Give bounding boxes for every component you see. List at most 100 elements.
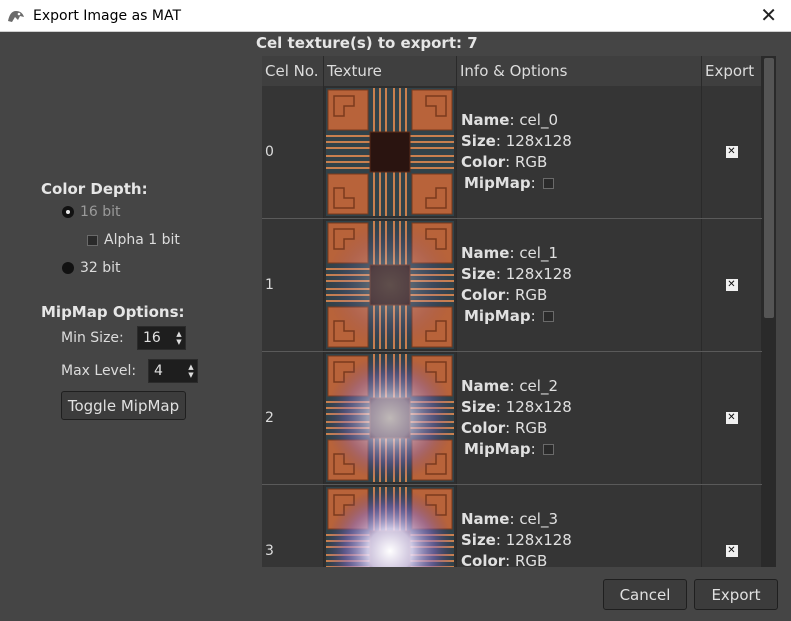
cancel-button[interactable]: Cancel <box>603 579 687 610</box>
export-checkbox-checked[interactable]: ✕ <box>725 279 738 291</box>
cel-number-text: 3 <box>265 543 274 559</box>
color-depth-heading: Color Depth: <box>41 180 148 198</box>
size-value: 128x128 <box>505 132 572 150</box>
texture-thumbnail-cell <box>324 485 457 567</box>
size-line: Size: 128x128 <box>461 265 572 283</box>
name-value: cel_3 <box>519 510 558 528</box>
cel-number: 0 <box>262 86 324 218</box>
color-line: Color: RGB <box>461 153 548 171</box>
size-line: Size: 128x128 <box>461 132 572 150</box>
name-label: Name <box>461 510 510 528</box>
name-line: Name: cel_3 <box>461 510 558 528</box>
radio-32bit[interactable]: 32 bit <box>62 260 121 276</box>
name-line: Name: cel_2 <box>461 377 558 395</box>
radio-16bit[interactable]: 16 bit <box>62 204 121 220</box>
size-label: Size <box>461 531 496 549</box>
vertical-scrollbar[interactable] <box>762 56 776 567</box>
export-cell: ✕ <box>702 219 762 351</box>
table-title: Cel texture(s) to export: 7 <box>256 34 478 52</box>
cel-number-text: 0 <box>265 144 274 160</box>
mipmap-label: MipMap <box>464 307 531 325</box>
table-row: 2 Name: cel_2 Size: 128x128 Color: RGB M… <box>262 352 762 485</box>
scrollbar-thumb[interactable] <box>764 58 774 318</box>
info-options-cell: Name: cel_1 Size: 128x128 Color: RGB Mip… <box>457 219 702 351</box>
export-checkbox-checked[interactable]: ✕ <box>725 146 738 158</box>
name-line: Name: cel_1 <box>461 244 558 262</box>
cel-texture-table: Cel No. Texture Info & Options Export 0 <box>262 56 762 567</box>
header-export[interactable]: Export <box>702 56 762 86</box>
cel-number: 1 <box>262 219 324 351</box>
texture-thumbnail <box>326 221 454 349</box>
table-row: 1 Name: cel_1 Size: 128x128 Color: RGB M… <box>262 219 762 352</box>
color-value: RGB <box>515 552 548 567</box>
alpha-1bit-checkbox[interactable]: Alpha 1 bit <box>87 232 180 248</box>
table-row: 3 Name: cel_3 Size: 128x128 Color: RGB ✕ <box>262 485 762 567</box>
mipmap-options-heading: MipMap Options: <box>41 303 185 321</box>
max-level-spinbox[interactable]: 4 ▲ ▼ <box>148 359 198 383</box>
color-line: Color: RGB <box>461 286 548 304</box>
max-level-value: 4 <box>154 363 163 379</box>
info-options-cell: Name: cel_0 Size: 128x128 Color: RGB Mip… <box>457 86 702 218</box>
mipmap-checkbox[interactable] <box>542 311 554 322</box>
size-label: Size <box>461 132 496 150</box>
size-line: Size: 128x128 <box>461 398 572 416</box>
alpha-1bit-label: Alpha 1 bit <box>104 232 180 248</box>
min-size-spinbox[interactable]: 16 ▲ ▼ <box>137 326 186 350</box>
table-header: Cel No. Texture Info & Options Export <box>262 56 762 86</box>
header-texture[interactable]: Texture <box>324 56 457 86</box>
mipmap-checkbox[interactable] <box>542 178 554 189</box>
name-label: Name <box>461 377 510 395</box>
min-size-label: Min Size: <box>61 330 124 346</box>
name-label: Name <box>461 111 510 129</box>
header-cel-no[interactable]: Cel No. <box>262 56 324 86</box>
spin-arrows-icon[interactable]: ▲ ▼ <box>173 330 185 346</box>
cel-number: 2 <box>262 352 324 484</box>
mipmap-option: MipMap: <box>461 439 701 460</box>
cel-number-text: 2 <box>265 410 274 426</box>
options-panel: Color Depth: 16 bit Alpha 1 bit 32 bit M… <box>0 32 258 621</box>
mipmap-checkbox[interactable] <box>542 444 554 455</box>
size-label: Size <box>461 398 496 416</box>
gimp-app-icon <box>8 10 24 22</box>
name-value: cel_2 <box>519 377 558 395</box>
size-value: 128x128 <box>505 531 572 549</box>
radio-32bit-label: 32 bit <box>80 260 121 276</box>
cel-number: 3 <box>262 485 324 567</box>
header-info-options[interactable]: Info & Options <box>457 56 702 86</box>
color-label: Color <box>461 286 506 304</box>
texture-thumbnail <box>326 88 454 216</box>
name-value: cel_0 <box>519 111 558 129</box>
close-icon[interactable]: ✕ <box>760 5 777 25</box>
info-options-cell: Name: cel_2 Size: 128x128 Color: RGB Mip… <box>457 352 702 484</box>
table-rows: 0 Name: cel_0 Size: 128x128 Color: RGB M… <box>262 86 762 567</box>
checkbox-box <box>87 234 98 246</box>
color-value: RGB <box>515 419 548 437</box>
table-row: 0 Name: cel_0 Size: 128x128 Color: RGB M… <box>262 86 762 219</box>
export-cell: ✕ <box>702 86 762 218</box>
export-button[interactable]: Export <box>694 579 778 610</box>
export-checkbox-checked[interactable]: ✕ <box>725 412 738 424</box>
color-line: Color: RGB <box>461 551 701 567</box>
radio-selected-indicator <box>62 206 74 218</box>
window-title: Export Image as MAT <box>33 7 182 24</box>
toggle-mipmap-button[interactable]: Toggle MipMap <box>61 391 186 420</box>
texture-thumbnail <box>326 487 454 567</box>
max-level-label: Max Level: <box>61 363 137 379</box>
export-checkbox-checked[interactable]: ✕ <box>725 545 738 557</box>
name-value: cel_1 <box>519 244 558 262</box>
name-line: Name: cel_0 <box>461 111 558 129</box>
mipmap-label: MipMap <box>464 174 531 192</box>
size-value: 128x128 <box>505 398 572 416</box>
export-cell: ✕ <box>702 352 762 484</box>
info-options-cell: Name: cel_3 Size: 128x128 Color: RGB Mip… <box>457 485 702 567</box>
size-value: 128x128 <box>505 265 572 283</box>
mipmap-label: MipMap <box>464 440 531 458</box>
texture-thumbnail <box>326 354 454 482</box>
spin-arrows-icon[interactable]: ▲ ▼ <box>185 363 197 379</box>
size-label: Size <box>461 265 496 283</box>
color-label: Color <box>461 153 506 171</box>
cel-number-text: 1 <box>265 277 274 293</box>
mipmap-option: MipMap: <box>461 173 701 194</box>
mipmap-option: MipMap: <box>461 306 701 327</box>
radio-indicator <box>62 262 74 274</box>
